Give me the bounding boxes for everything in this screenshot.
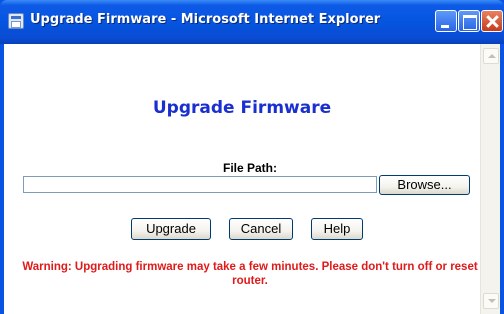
warning-message: Warning: Upgrading firmware may take a f… [22,261,478,287]
scroll-up-icon[interactable] [483,48,499,64]
cancel-button[interactable]: Cancel [229,218,293,240]
maximize-icon[interactable] [458,10,480,32]
minimize-icon[interactable] [435,10,457,32]
upgrade-button[interactable]: Upgrade [131,218,211,240]
browse-button[interactable]: Browse... [379,175,470,195]
ie-page-icon[interactable] [8,13,24,29]
page-title: Upgrade Firmware [152,98,332,118]
window-title: Upgrade Firmware - Microsoft Internet Ex… [30,12,381,27]
file-path-input[interactable] [23,176,377,193]
scroll-down-icon[interactable] [483,293,499,309]
browser-window: Upgrade Firmware - Microsoft Internet Ex… [0,0,504,314]
title-bar[interactable]: Upgrade Firmware - Microsoft Internet Ex… [0,0,504,44]
help-button[interactable]: Help [311,218,363,240]
file-path-label: File Path: [222,161,277,175]
vertical-scrollbar[interactable] [480,44,500,314]
close-icon[interactable] [481,10,503,32]
